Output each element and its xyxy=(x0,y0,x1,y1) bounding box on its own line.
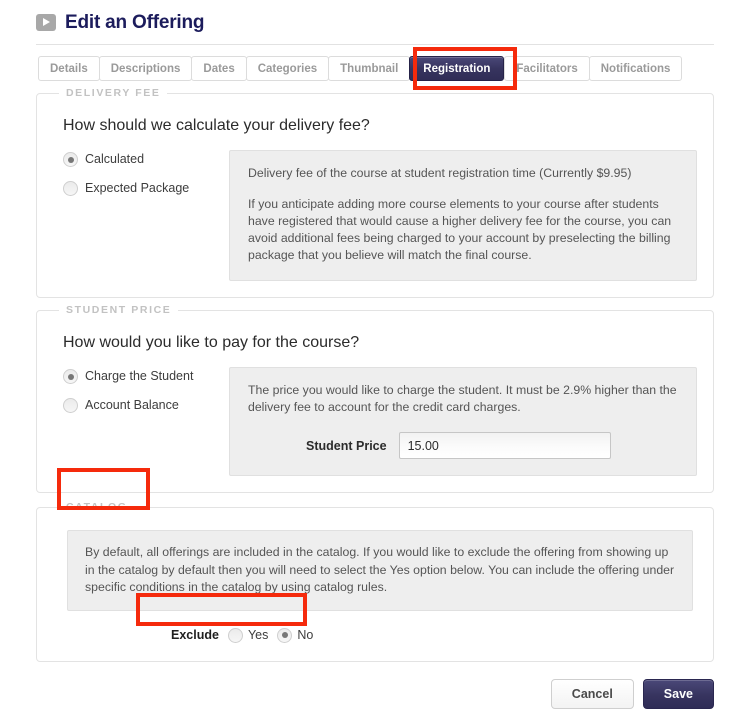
catalog-info-panel: By default, all offerings are included i… xyxy=(67,530,693,611)
cancel-button[interactable]: Cancel xyxy=(550,678,634,709)
delivery-fee-legend: DELIVERY FEE xyxy=(59,87,168,100)
delivery-fee-radio-group: Calculated Expected Package xyxy=(53,150,229,210)
catalog-info-text: By default, all offerings are included i… xyxy=(85,545,675,594)
tab-facilitators[interactable]: Facilitators xyxy=(504,56,590,81)
student-price-section: STUDENT PRICE How would you like to pay … xyxy=(36,304,714,493)
radio-icon-account-balance[interactable] xyxy=(63,398,78,413)
radio-option-calculated[interactable]: Calculated xyxy=(63,152,229,167)
radio-icon-calculated[interactable] xyxy=(63,152,78,167)
form-footer: Cancel Save xyxy=(0,662,748,709)
page-title: Edit an Offering xyxy=(65,11,205,33)
tab-thumbnail[interactable]: Thumbnail xyxy=(328,56,411,81)
tab-details[interactable]: Details xyxy=(38,56,100,81)
student-price-info-text: The price you would like to charge the s… xyxy=(248,383,677,414)
radio-label-calculated: Calculated xyxy=(85,152,145,166)
radio-option-exclude-yes[interactable]: Yes xyxy=(227,627,269,643)
radio-option-charge-the-student[interactable]: Charge the Student xyxy=(63,369,229,384)
catalog-legend: CATALOG xyxy=(59,501,135,514)
delivery-fee-info-line-2: If you anticipate adding more course ele… xyxy=(248,197,672,262)
tab-descriptions[interactable]: Descriptions xyxy=(98,56,193,81)
student-price-input[interactable] xyxy=(398,432,611,459)
delivery-fee-question: How should we calculate your delivery fe… xyxy=(63,117,370,134)
radio-icon-charge-the-student[interactable] xyxy=(63,369,78,384)
radio-option-account-balance[interactable]: Account Balance xyxy=(63,398,229,413)
tab-categories[interactable]: Categories xyxy=(245,56,330,81)
student-price-question: How would you like to pay for the course… xyxy=(63,334,360,351)
tab-bar: Details Descriptions Dates Categories Th… xyxy=(0,45,748,81)
tab-registration[interactable]: Registration xyxy=(409,56,505,81)
catalog-section: CATALOG By default, all offerings are in… xyxy=(36,501,714,662)
delivery-fee-info-panel: Delivery fee of the course at student re… xyxy=(229,150,697,281)
student-price-legend: STUDENT PRICE xyxy=(59,304,179,317)
play-triangle-icon[interactable] xyxy=(36,13,56,31)
page-header: Edit an Offering xyxy=(0,0,748,36)
delivery-fee-section: DELIVERY FEE How should we calculate you… xyxy=(36,87,714,298)
delivery-fee-info-line-1: Delivery fee of the course at student re… xyxy=(248,166,632,180)
radio-icon-expected-package[interactable] xyxy=(63,181,78,196)
radio-label-charge-the-student: Charge the Student xyxy=(85,369,194,383)
radio-icon-exclude-yes[interactable] xyxy=(227,627,243,643)
student-price-field-label: Student Price xyxy=(306,438,387,453)
radio-option-expected-package[interactable]: Expected Package xyxy=(63,181,229,196)
radio-icon-exclude-no[interactable] xyxy=(277,627,293,643)
exclude-label: Exclude xyxy=(171,628,219,642)
radio-option-exclude-no[interactable]: No xyxy=(277,627,314,643)
student-price-field-row: Student Price xyxy=(248,432,678,459)
radio-label-exclude-yes: Yes xyxy=(247,627,269,642)
radio-label-expected-package: Expected Package xyxy=(85,181,190,195)
tab-notifications[interactable]: Notifications xyxy=(588,56,683,81)
save-button[interactable]: Save xyxy=(642,678,714,709)
tab-dates[interactable]: Dates xyxy=(191,56,247,81)
student-price-info-panel: The price you would like to charge the s… xyxy=(229,367,697,476)
exclude-radio-group: Exclude Yes No xyxy=(171,627,697,643)
radio-label-exclude-no: No xyxy=(297,627,314,642)
student-price-radio-group: Charge the Student Account Balance xyxy=(53,367,229,427)
radio-label-account-balance: Account Balance xyxy=(85,398,179,412)
